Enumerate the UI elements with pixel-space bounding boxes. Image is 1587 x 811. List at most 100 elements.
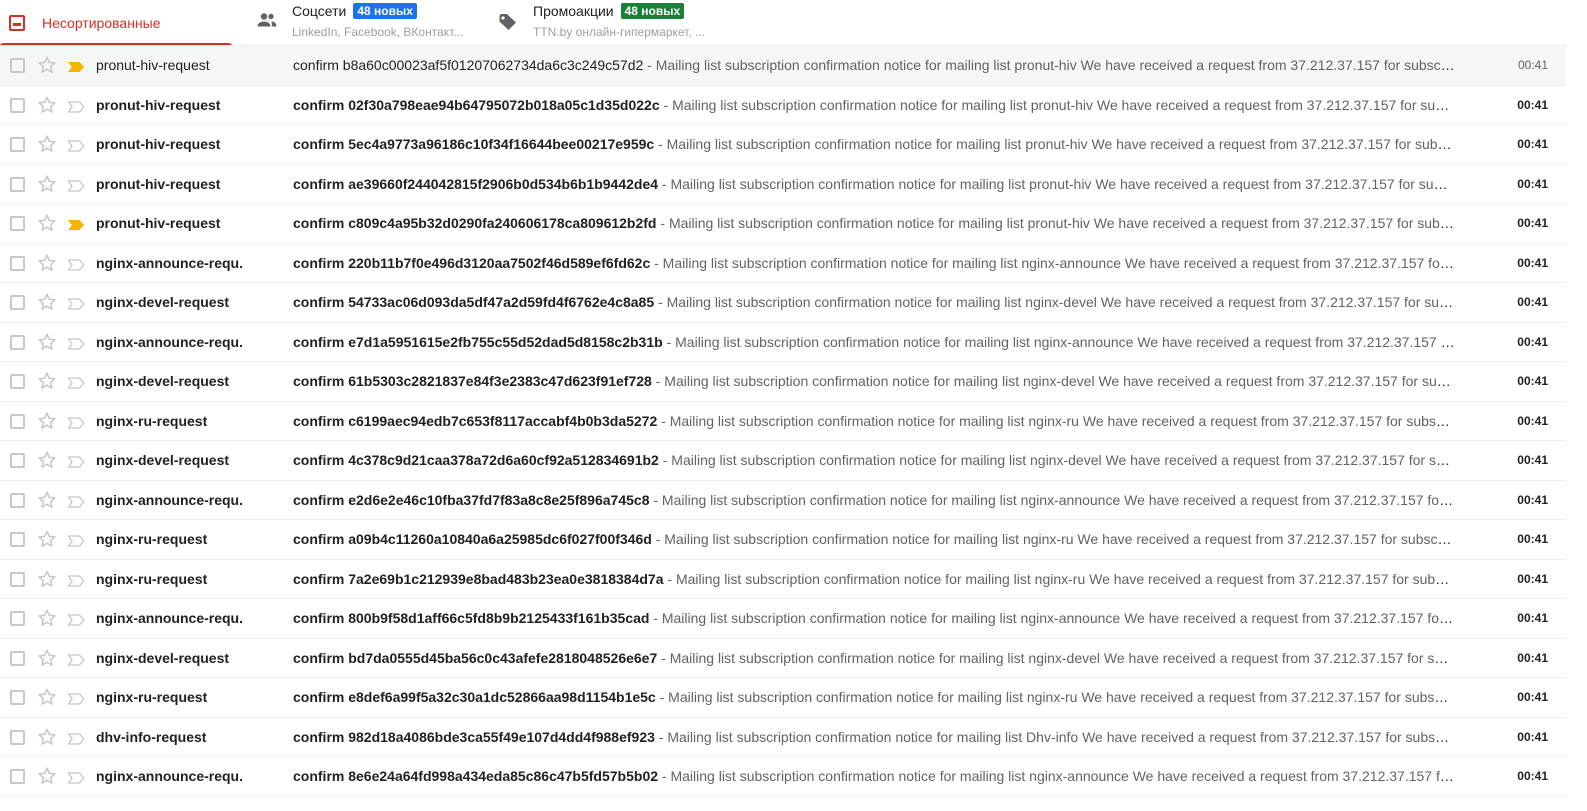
- star-icon[interactable]: [36, 726, 58, 748]
- star-icon[interactable]: [36, 212, 58, 234]
- importance-marker-icon[interactable]: [67, 218, 85, 230]
- message-snippet: - Mailing list subscription confirmation…: [654, 728, 1455, 745]
- select-checkbox[interactable]: [10, 729, 25, 745]
- select-checkbox[interactable]: [10, 216, 25, 231]
- importance-marker-icon[interactable]: [67, 416, 85, 429]
- message-sender: pronut-hiv-request: [96, 215, 221, 232]
- message-row[interactable]: nginx-ru-request confirm e8def6a99f5a32c3…: [0, 678, 1566, 718]
- select-checkbox[interactable]: [10, 413, 25, 429]
- importance-marker-icon[interactable]: [67, 179, 85, 192]
- select-checkbox[interactable]: [10, 571, 25, 587]
- message-sender: nginx-devel-request: [96, 373, 230, 390]
- star-icon[interactable]: [36, 568, 58, 590]
- importance-marker-icon[interactable]: [67, 60, 85, 72]
- message-row[interactable]: nginx-ru-request confirm a09b4c11260a1084…: [0, 520, 1566, 560]
- message-row[interactable]: nginx-announce-requ. confirm 800b9f58d1af…: [0, 599, 1566, 639]
- importance-marker-icon[interactable]: [67, 574, 85, 587]
- star-icon[interactable]: [36, 686, 58, 708]
- star-icon[interactable]: [36, 331, 58, 353]
- importance-marker-icon[interactable]: [67, 495, 85, 508]
- importance-marker-icon[interactable]: [67, 534, 85, 547]
- tab-promotions[interactable]: Промоакции 48 новых TTN.by онлайн-гиперм…: [492, 0, 742, 46]
- star-icon[interactable]: [36, 173, 58, 195]
- select-checkbox[interactable]: [10, 492, 25, 508]
- message-row[interactable]: pronut-hiv-request confirm ae39660f244042…: [0, 165, 1566, 204]
- message-row[interactable]: nginx-announce-requ. confirm 8e6e24a64fd9…: [0, 757, 1566, 797]
- message-time: 00:41: [1517, 690, 1548, 705]
- select-checkbox[interactable]: [10, 58, 25, 73]
- message-sender: nginx-ru-request: [96, 570, 208, 587]
- importance-marker-icon[interactable]: [67, 139, 85, 152]
- star-icon[interactable]: [36, 489, 58, 511]
- importance-marker-icon[interactable]: [67, 732, 85, 745]
- select-checkbox[interactable]: [10, 374, 25, 389]
- select-checkbox[interactable]: [10, 453, 25, 468]
- message-sender: nginx-ru-request: [96, 689, 208, 706]
- importance-marker-icon[interactable]: [67, 771, 85, 784]
- select-checkbox[interactable]: [10, 97, 25, 113]
- tab-social[interactable]: Соцсети 48 новых LinkedIn, Facebook, ВКо…: [242, 0, 492, 46]
- select-checkbox[interactable]: [10, 532, 25, 547]
- star-icon[interactable]: [36, 291, 58, 313]
- message-row[interactable]: nginx-announce-requ. confirm 220b11b7f0e4…: [0, 244, 1566, 283]
- star-icon[interactable]: [36, 133, 58, 155]
- message-time: 00:41: [1517, 532, 1548, 547]
- message-content: confirm ae39660f244042815f2906b0d534b6b1…: [293, 176, 1455, 192]
- message-row[interactable]: pronut-hiv-request confirm 02f30a798eae94…: [0, 86, 1566, 125]
- select-checkbox[interactable]: [10, 650, 25, 666]
- star-icon[interactable]: [36, 528, 58, 550]
- select-checkbox[interactable]: [10, 255, 25, 271]
- message-row[interactable]: nginx-devel-request confirm 61b5303c28218…: [0, 362, 1566, 402]
- importance-marker-icon[interactable]: [67, 653, 85, 666]
- star-icon[interactable]: [36, 449, 58, 471]
- tab-primary[interactable]: Несортированные: [0, 0, 242, 46]
- message-sender: dhv-info-request: [96, 728, 207, 745]
- message-time: 00:41: [1517, 650, 1548, 665]
- select-checkbox[interactable]: [10, 334, 25, 350]
- importance-marker-icon[interactable]: [67, 692, 85, 705]
- select-checkbox[interactable]: [10, 769, 25, 784]
- select-checkbox[interactable]: [10, 137, 25, 152]
- star-icon[interactable]: [36, 765, 58, 787]
- star-icon[interactable]: [36, 647, 58, 669]
- message-row[interactable]: nginx-announce-requ. confirm e2d6e2e46c10…: [0, 481, 1566, 520]
- message-subject: confirm 02f30a798eae94b64795072b018a05c1…: [293, 96, 660, 113]
- importance-marker-icon[interactable]: [67, 376, 85, 389]
- star-icon[interactable]: [36, 370, 58, 392]
- message-content: confirm 800b9f58d1aff66c5fd8b9b2125433f1…: [293, 610, 1455, 626]
- message-time: 00:41: [1517, 176, 1548, 191]
- message-sender: nginx-announce-requ.: [96, 254, 243, 271]
- importance-marker-icon[interactable]: [67, 297, 85, 310]
- select-checkbox[interactable]: [10, 295, 25, 310]
- message-row[interactable]: pronut-hiv-request confirm c809c4a95b32d0…: [0, 204, 1566, 244]
- message-row[interactable]: dhv-info-request confirm 982d18a4086bde3c…: [0, 718, 1566, 757]
- star-icon[interactable]: [36, 94, 58, 116]
- importance-marker-icon[interactable]: [67, 455, 85, 468]
- star-icon[interactable]: [36, 410, 58, 432]
- tab-primary-label: Несортированные: [42, 15, 161, 31]
- select-checkbox[interactable]: [10, 611, 25, 626]
- tab-promotions-badge: 48 новых: [620, 3, 685, 19]
- message-row[interactable]: nginx-ru-request confirm c6199aec94edb7c6…: [0, 402, 1566, 441]
- star-icon[interactable]: [36, 54, 58, 76]
- importance-marker-icon[interactable]: [67, 613, 85, 626]
- star-icon[interactable]: [36, 252, 58, 274]
- message-row[interactable]: pronut-hiv-request confirm 5ec4a9773a9618…: [0, 125, 1566, 165]
- message-row[interactable]: nginx-devel-request confirm 4c378c9d21caa…: [0, 441, 1566, 481]
- tab-promotions-label: Промоакции: [533, 3, 614, 19]
- message-content: confirm 4c378c9d21caa378a72d6a60cf92a512…: [293, 452, 1455, 468]
- star-icon[interactable]: [36, 607, 58, 629]
- message-row[interactable]: nginx-devel-request confirm 54733ac06d093…: [0, 283, 1566, 323]
- select-checkbox[interactable]: [10, 690, 25, 705]
- importance-marker-icon[interactable]: [67, 100, 85, 113]
- message-time: 00:41: [1517, 769, 1548, 784]
- importance-marker-icon[interactable]: [67, 337, 85, 350]
- message-row[interactable]: nginx-ru-request confirm 7a2e69b1c212939e…: [0, 560, 1566, 599]
- message-row[interactable]: nginx-devel-request confirm bd7da0555d45b…: [0, 639, 1566, 678]
- message-row[interactable]: pronut-hiv-request confirm b8a60c00023af5…: [0, 46, 1566, 86]
- message-row[interactable]: nginx-announce-requ. confirm e7d1a5951615…: [0, 323, 1566, 362]
- message-time: 00:41: [1517, 58, 1548, 73]
- message-time: 00:41: [1517, 137, 1548, 152]
- importance-marker-icon[interactable]: [67, 258, 85, 271]
- select-checkbox[interactable]: [10, 176, 25, 192]
